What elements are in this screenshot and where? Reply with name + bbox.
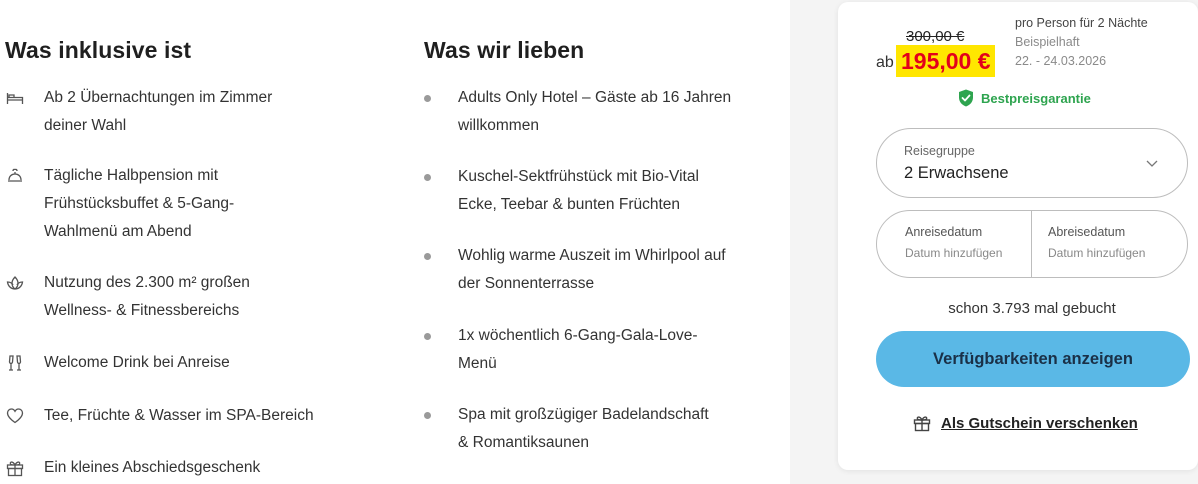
booking-count: schon 3.793 mal gebucht: [948, 300, 1116, 317]
love-title: Was wir lieben: [424, 37, 585, 63]
champagne-icon: [5, 349, 25, 377]
best-price-badge: Bestpreisgarantie: [958, 89, 1091, 107]
departure-date-placeholder: Datum hinzufügen: [1048, 246, 1146, 260]
love-item-text: Adults Only Hotel – Gäste ab 16 Jahren: [458, 89, 732, 106]
date-range-picker: Anreisedatum Datum hinzufügen Abreisedat…: [876, 210, 1188, 278]
gift-icon: [913, 416, 931, 432]
best-price-label: Bestpreisgarantie: [981, 90, 1091, 106]
arrival-date-label: Anreisedatum: [905, 225, 983, 239]
inclusive-item-text: Tägliche Halbpension mit: [44, 167, 219, 184]
show-availability-button[interactable]: Verfügbarkeiten anzeigen: [876, 331, 1190, 387]
price-meta-dates: 22. - 24.03.2026: [1015, 54, 1107, 68]
love-item-text: Kuschel-Sektfrühstück mit Bio-Vital: [458, 168, 699, 185]
inclusive-item-text: Ab 2 Übernachtungen im Zimmer: [44, 89, 273, 106]
price-prefix: ab: [876, 54, 894, 71]
departure-date-label: Abreisedatum: [1048, 225, 1126, 239]
inclusive-item: Welcome Drink bei Anreise: [5, 349, 230, 377]
heart-icon: [5, 402, 25, 430]
bullet-dot-icon: [424, 412, 431, 419]
inclusive-item: Nutzung des 2.300 m² großen Wellness- & F…: [5, 269, 250, 325]
inclusive-item-text: Frühstücksbuffet & 5-Gang-: [44, 195, 235, 212]
inclusive-section: Was inklusive ist Ab 2 Übernachtungen im…: [5, 36, 385, 477]
love-item: 1x wöchentlich 6-Gang-Gala-Love- Menü: [424, 322, 698, 378]
love-item-text: Wohlig warme Auszeit im Whirlpool auf: [458, 247, 726, 264]
love-item-text: Spa mit großzügiger Badelandschaft: [458, 406, 709, 423]
bullet-dot-icon: [424, 333, 431, 340]
inclusive-item-text: Wellness- & Fitnessbereichs: [44, 302, 240, 319]
inclusive-item-text: Nutzung des 2.300 m² großen: [44, 274, 250, 291]
love-item: Adults Only Hotel – Gäste ab 16 Jahren wi…: [424, 84, 731, 140]
old-price: 300,00 €: [906, 28, 965, 45]
gift-icon: [5, 454, 25, 482]
inclusive-item: Tägliche Halbpension mit Frühstücksbuffet…: [5, 162, 234, 246]
bullet-dot-icon: [424, 174, 431, 181]
inclusive-item-text: Welcome Drink bei Anreise: [44, 354, 230, 371]
love-item-text: der Sonnenterrasse: [458, 275, 595, 292]
love-section: Was wir lieben Adults Only Hotel – Gäste…: [424, 36, 774, 451]
shield-check-icon: [959, 89, 973, 107]
travel-group-value: 2 Erwachsene: [904, 164, 1009, 182]
booking-card: 300,00 € ab 195,00 € pro Person für 2 Nä…: [838, 2, 1198, 470]
love-item-text: & Romantiksaunen: [458, 434, 589, 451]
inclusive-title: Was inklusive ist: [5, 37, 192, 63]
bullet-dot-icon: [424, 95, 431, 102]
love-item-text: Menü: [458, 355, 497, 372]
travel-group-select[interactable]: Reisegruppe 2 Erwachsene: [876, 128, 1188, 198]
lotus-icon: [5, 269, 25, 297]
arrival-date-placeholder: Datum hinzufügen: [905, 246, 1003, 260]
love-item: Wohlig warme Auszeit im Whirlpool auf der…: [424, 242, 726, 298]
inclusive-item: Tee, Früchte & Wasser im SPA-Bereich: [5, 402, 314, 430]
love-item-text: 1x wöchentlich 6-Gang-Gala-Love-: [458, 327, 698, 344]
price-meta-example: Beispielhaft: [1015, 35, 1080, 49]
new-price: 195,00 €: [896, 45, 995, 77]
chevron-down-icon: [1146, 160, 1158, 167]
inclusive-item-text: Tee, Früchte & Wasser im SPA-Bereich: [44, 407, 314, 424]
price-meta-per-person: pro Person für 2 Nächte: [1015, 16, 1148, 30]
inclusive-item-text: Wahlmenü am Abend: [44, 223, 192, 240]
inclusive-item-text: deiner Wahl: [44, 117, 127, 134]
arrival-date-field[interactable]: Anreisedatum Datum hinzufügen: [877, 211, 1032, 277]
departure-date-field[interactable]: Abreisedatum Datum hinzufügen: [1032, 211, 1187, 277]
love-item-text: willkommen: [458, 117, 539, 134]
gift-voucher-label: Als Gutschein verschenken: [941, 414, 1138, 432]
price-meta: pro Person für 2 Nächte Beispielhaft 22.…: [1015, 14, 1148, 71]
love-item-text: Ecke, Teebar & bunten Früchten: [458, 196, 681, 213]
bed-icon: [5, 84, 25, 112]
food-icon: [5, 162, 25, 190]
offer-details: Was inklusive ist Ab 2 Übernachtungen im…: [0, 0, 790, 484]
love-item: Kuschel-Sektfrühstück mit Bio-Vital Ecke,…: [424, 163, 699, 219]
travel-group-label: Reisegruppe: [904, 144, 975, 158]
gift-voucher-link[interactable]: Als Gutschein verschenken: [913, 414, 1138, 432]
inclusive-item: Ab 2 Übernachtungen im Zimmer deiner Wahl: [5, 84, 272, 140]
love-item: Spa mit großzügiger Badelandschaft & Roma…: [424, 401, 709, 457]
inclusive-item-text: Ein kleines Abschiedsgeschenk: [44, 459, 261, 476]
bullet-dot-icon: [424, 253, 431, 260]
inclusive-item: Ein kleines Abschiedsgeschenk: [5, 454, 260, 482]
